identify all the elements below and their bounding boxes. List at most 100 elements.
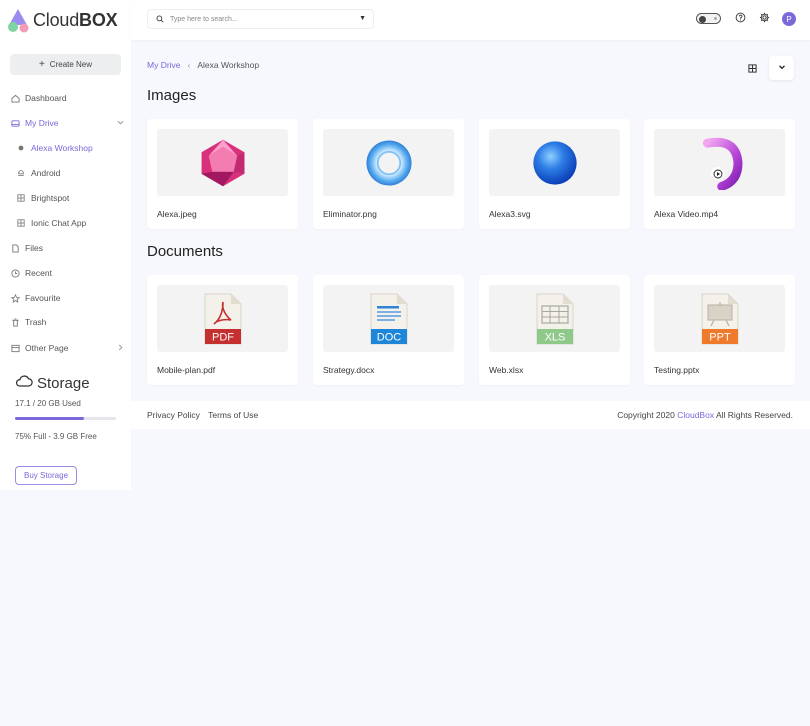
document-card[interactable]: XLS Web.xlsx	[479, 275, 630, 385]
dodecahedron-image	[201, 139, 244, 186]
sidebar-item-label: Recent	[25, 268, 52, 278]
svg-text:DOC: DOC	[376, 331, 401, 343]
image-card[interactable]: Alexa.jpeg	[147, 119, 298, 229]
image-thumbnail	[323, 129, 454, 196]
image-card[interactable]: Alexa3.svg	[479, 119, 630, 229]
file-icon	[10, 243, 20, 253]
document-card[interactable]: PPT Testing.pptx	[644, 275, 795, 385]
gear-icon[interactable]	[759, 12, 771, 24]
clock-icon	[10, 268, 20, 278]
play-icon[interactable]	[711, 167, 724, 180]
sidebar-item-dashboard[interactable]: Dashboard	[10, 87, 124, 109]
document-thumbnail: DOC	[323, 285, 454, 352]
sidebar-item-label: Android	[31, 168, 61, 178]
sidebar-item-label: My Drive	[25, 118, 59, 128]
help-icon[interactable]	[735, 12, 747, 24]
doc-file-icon: DOC	[370, 293, 407, 344]
xls-file-icon: XLS	[536, 293, 573, 344]
image-card[interactable]: Alexa Video.mp4	[644, 119, 795, 229]
sidebar-item-brightspot[interactable]: Brightspot	[16, 187, 130, 209]
file-name: Web.xlsx	[489, 365, 524, 375]
cloud-icon	[15, 375, 33, 392]
images-section-title: Images	[147, 87, 197, 104]
ppt-file-icon: PPT	[701, 293, 738, 344]
arch-image	[702, 137, 743, 190]
documents-section-title: Documents	[147, 243, 223, 260]
drive-icon	[10, 118, 20, 128]
sidebar-item-alexa-workshop[interactable]: Alexa Workshop	[16, 137, 130, 159]
chevron-left-icon: ‹	[187, 60, 191, 70]
image-card[interactable]: Eliminator.png	[313, 119, 464, 229]
create-new-button[interactable]: + Create New	[10, 54, 121, 75]
svg-text:PPT: PPT	[709, 331, 731, 343]
sidebar-item-favourite[interactable]: Favourite	[10, 287, 124, 309]
file-name: Alexa Video.mp4	[654, 209, 719, 219]
document-card[interactable]: DOC Strategy.docx	[313, 275, 464, 385]
toggle-dot	[714, 17, 717, 20]
document-thumbnail: PDF	[157, 285, 288, 352]
privacy-policy-link[interactable]: Privacy Policy	[147, 410, 200, 420]
terms-of-use-link[interactable]: Terms of Use	[208, 410, 258, 420]
android-icon	[16, 168, 26, 178]
file-name: Alexa3.svg	[489, 209, 531, 219]
trash-icon	[10, 317, 20, 327]
sidebar: CloudBOX + Create New Dashboard My Drive…	[0, 0, 131, 490]
logo-text: CloudBOX	[33, 9, 118, 30]
breadcrumb-my-drive[interactable]: My Drive	[147, 60, 181, 70]
sphere-image	[532, 140, 577, 185]
chevron-right-icon	[117, 344, 124, 353]
sidebar-item-recent[interactable]: Recent	[10, 262, 124, 284]
folder-dot-icon	[16, 143, 26, 153]
file-name: Mobile-plan.pdf	[157, 365, 216, 375]
storage-panel: Storage 17.1 / 20 GB Used 75% Full - 3.9…	[15, 375, 125, 441]
sidebar-item-ionic-chat-app[interactable]: Ionic Chat App	[16, 212, 130, 234]
footer-links: Privacy Policy Terms of Use	[147, 410, 264, 420]
copyright-brand-link[interactable]: CloudBox	[677, 410, 714, 420]
create-new-label: Create New	[49, 60, 93, 69]
breadcrumb-current: Alexa Workshop	[197, 60, 260, 70]
home-icon	[10, 93, 20, 103]
search-input[interactable]: Type here to search... ▼	[147, 9, 374, 29]
logo-icon	[8, 9, 29, 33]
buy-storage-button[interactable]: Buy Storage	[15, 466, 77, 485]
search-placeholder: Type here to search...	[170, 15, 238, 23]
sidebar-item-my-drive[interactable]: My Drive	[10, 112, 124, 134]
search-icon	[156, 15, 164, 23]
storage-used-text: 17.1 / 20 GB Used	[15, 399, 81, 408]
avatar[interactable]: P	[782, 12, 796, 26]
copyright: Copyright 2020 CloudBox All Rights Reser…	[617, 410, 793, 420]
caret-down-icon[interactable]: ▼	[359, 15, 366, 22]
torus-image	[365, 139, 412, 186]
grid-icon	[16, 218, 26, 228]
svg-text:XLS: XLS	[544, 331, 565, 343]
sidebar-item-android[interactable]: Android	[16, 162, 130, 184]
breadcrumb: My Drive ‹ Alexa Workshop	[147, 60, 259, 70]
svg-text:PDF: PDF	[212, 331, 234, 343]
sidebar-item-other-page[interactable]: Other Page	[10, 337, 124, 359]
star-icon	[10, 293, 20, 303]
sidebar-item-label: Ionic Chat App	[31, 218, 87, 228]
document-thumbnail: XLS	[489, 285, 620, 352]
sidebar-item-label: Favourite	[25, 293, 61, 303]
file-name: Eliminator.png	[323, 209, 377, 219]
plus-icon: +	[38, 59, 45, 70]
toggle-knob	[699, 15, 706, 23]
footer: Privacy Policy Terms of Use Copyright 20…	[131, 401, 810, 429]
view-dropdown-button[interactable]	[769, 56, 794, 80]
image-thumbnail	[489, 129, 620, 196]
storage-progress-bar	[15, 417, 116, 420]
document-card[interactable]: PDF Mobile-plan.pdf	[147, 275, 298, 385]
chevron-down-icon	[117, 119, 124, 128]
sidebar-item-trash[interactable]: Trash	[10, 311, 124, 333]
sidebar-item-files[interactable]: Files	[10, 237, 124, 259]
sidebar-item-label: Files	[25, 243, 43, 253]
sidebar-item-label: Alexa Workshop	[31, 143, 93, 153]
image-thumbnail	[157, 129, 288, 196]
chevron-down-icon	[778, 63, 786, 73]
page-icon	[10, 343, 20, 353]
logo[interactable]: CloudBOX	[7, 7, 118, 33]
file-name: Testing.pptx	[654, 365, 700, 375]
theme-toggle[interactable]	[696, 13, 721, 24]
storage-title: Storage	[15, 375, 125, 392]
grid-view-icon[interactable]	[744, 60, 760, 76]
